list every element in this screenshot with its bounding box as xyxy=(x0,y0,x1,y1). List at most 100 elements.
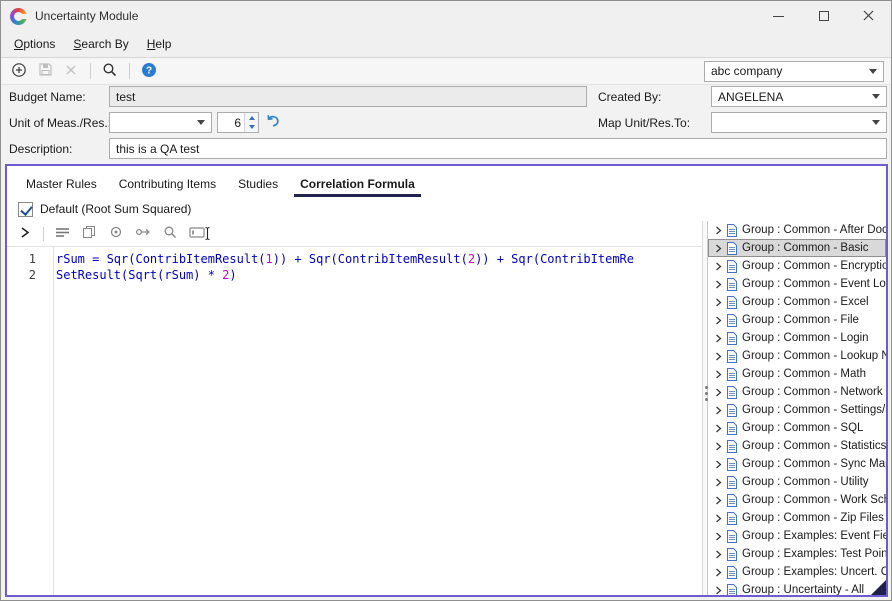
group-label: Group : Common - Statistics xyxy=(742,440,886,452)
group-list-item[interactable]: Group : Common - Math xyxy=(708,365,886,383)
copy-button[interactable] xyxy=(80,225,98,243)
minimize-button[interactable] xyxy=(756,1,801,31)
app-window: Uncertainty Module OptionsSearch ByHelp … xyxy=(0,0,892,601)
add-icon xyxy=(11,62,27,81)
document-icon xyxy=(727,404,737,417)
group-list-item[interactable]: Group : Common - Utility xyxy=(708,473,886,491)
editor-toolbar-separator xyxy=(43,227,44,241)
group-label: Group : Common - Zip Files xyxy=(742,512,884,524)
group-list-item[interactable]: Group : Common - Zip Files xyxy=(708,509,886,527)
group-list-item[interactable]: Group : Common - Network xyxy=(708,383,886,401)
document-icon xyxy=(727,314,737,327)
save-icon xyxy=(38,62,53,80)
code-editor[interactable]: 1rSum = Sqr(ContribItemResult(1)) + Sqr(… xyxy=(7,247,702,595)
budget-name-input[interactable] xyxy=(109,86,587,107)
chevron-right-icon xyxy=(715,370,722,379)
form-row-3: Description: xyxy=(1,137,891,163)
chevron-right-icon xyxy=(715,316,722,325)
search-icon xyxy=(102,62,118,81)
maximize-button[interactable] xyxy=(801,1,846,31)
help-button[interactable]: ? xyxy=(138,60,160,82)
document-icon xyxy=(727,548,737,561)
group-label: Group : Common - After Docum xyxy=(742,224,886,236)
delete-button[interactable] xyxy=(60,60,82,82)
menu-item-options[interactable]: Options xyxy=(5,32,64,56)
group-label: Group : Examples: Uncert. Cont xyxy=(742,566,886,578)
group-label: Group : Common - SQL xyxy=(742,422,863,434)
group-label: Group : Examples: Event Fields xyxy=(742,530,886,542)
chevron-right-icon xyxy=(715,424,722,433)
stepper-down-button[interactable] xyxy=(245,123,258,133)
budget-name-label: Budget Name: xyxy=(9,90,86,104)
code-line[interactable]: 2SetResult(Sqrt(rSum) * 2) xyxy=(7,267,702,283)
chevron-right-icon xyxy=(715,334,722,343)
document-icon xyxy=(727,296,737,309)
company-select-value: abc company xyxy=(705,64,869,78)
chevron-right-button[interactable] xyxy=(16,225,34,243)
save-button[interactable] xyxy=(34,60,56,82)
chevron-right-icon xyxy=(715,226,722,235)
code-line[interactable]: 1rSum = Sqr(ContribItemResult(1)) + Sqr(… xyxy=(7,251,702,267)
document-icon xyxy=(727,422,737,435)
group-list-item[interactable]: Group : Common - Excel xyxy=(708,293,886,311)
default-checkbox[interactable] xyxy=(18,202,33,217)
group-list-item[interactable]: Group : Common - Statistics xyxy=(708,437,886,455)
code-text: rSum = Sqr(ContribItemResult(1)) + Sqr(C… xyxy=(56,251,634,267)
group-label: Group : Examples: Test Point Fi xyxy=(742,548,886,560)
group-list-item[interactable]: Group : Common - Sync Map xyxy=(708,455,886,473)
group-label: Group : Common - Sync Map xyxy=(742,458,886,470)
unit-select[interactable] xyxy=(109,112,212,133)
resolution-stepper[interactable]: 6 xyxy=(217,112,259,133)
document-icon xyxy=(727,260,737,273)
group-list-item[interactable]: Group : Common - After Docum xyxy=(708,221,886,239)
group-list-item[interactable]: Group : Common - Lookup Nex xyxy=(708,347,886,365)
default-formula-row: Default (Root Sum Squared) xyxy=(7,197,886,221)
map-unit-select[interactable] xyxy=(711,112,887,133)
magnifier-button[interactable] xyxy=(161,225,179,243)
group-list-item[interactable]: Group : Examples: Uncert. Cont xyxy=(708,563,886,581)
chevron-right-icon xyxy=(715,442,722,451)
created-by-label: Created By: xyxy=(598,90,661,104)
company-select[interactable]: abc company xyxy=(704,61,884,82)
eye-arrow-button[interactable] xyxy=(134,225,152,243)
formula-editor: 1rSum = Sqr(ContribItemResult(1)) + Sqr(… xyxy=(7,221,702,595)
chevron-right-icon xyxy=(19,226,31,242)
tab-correlation-formula[interactable]: Correlation Formula xyxy=(289,171,426,197)
document-icon xyxy=(727,224,737,237)
menu-item-search-by[interactable]: Search By xyxy=(64,32,137,56)
stepper-up-button[interactable] xyxy=(245,113,258,123)
group-label: Group : Common - File xyxy=(742,314,859,326)
menu-item-help[interactable]: Help xyxy=(138,32,181,56)
chevron-right-icon xyxy=(715,496,722,505)
resize-grip[interactable] xyxy=(871,580,886,595)
group-label: Group : Common - Event Loggi xyxy=(742,278,886,290)
group-list-item[interactable]: Group : Common - SQL xyxy=(708,419,886,437)
eye-arrow-icon xyxy=(135,226,151,241)
description-input[interactable] xyxy=(109,138,887,159)
tab-studies[interactable]: Studies xyxy=(227,171,289,197)
group-list-item[interactable]: Group : Uncertainty - All xyxy=(708,581,886,595)
group-list-item[interactable]: Group : Common - Encryption xyxy=(708,257,886,275)
group-list-item[interactable]: Group : Common - Settings/Re xyxy=(708,401,886,419)
undo-button[interactable] xyxy=(265,114,281,131)
created-by-select[interactable]: ANGELENA xyxy=(711,86,887,107)
group-list-item[interactable]: Group : Common - Basic xyxy=(708,239,886,257)
group-list-item[interactable]: Group : Common - Work Sched xyxy=(708,491,886,509)
add-button[interactable] xyxy=(8,60,30,82)
search-button[interactable] xyxy=(99,60,121,82)
tab-contributing-items[interactable]: Contributing Items xyxy=(108,171,227,197)
document-icon xyxy=(727,458,737,471)
toolbar-buttons: ? xyxy=(8,60,160,82)
rows-button[interactable] xyxy=(53,225,71,243)
chevron-right-icon xyxy=(715,406,722,415)
group-list-item[interactable]: Group : Common - Event Loggi xyxy=(708,275,886,293)
group-list-item[interactable]: Group : Common - File xyxy=(708,311,886,329)
close-button[interactable] xyxy=(846,1,891,31)
document-icon xyxy=(727,332,737,345)
chevron-down-icon xyxy=(197,120,205,125)
group-list-item[interactable]: Group : Common - Login xyxy=(708,329,886,347)
tab-master-rules[interactable]: Master Rules xyxy=(15,171,108,197)
target-button[interactable] xyxy=(107,225,125,243)
group-list-item[interactable]: Group : Examples: Test Point Fi xyxy=(708,545,886,563)
group-list-item[interactable]: Group : Examples: Event Fields xyxy=(708,527,886,545)
